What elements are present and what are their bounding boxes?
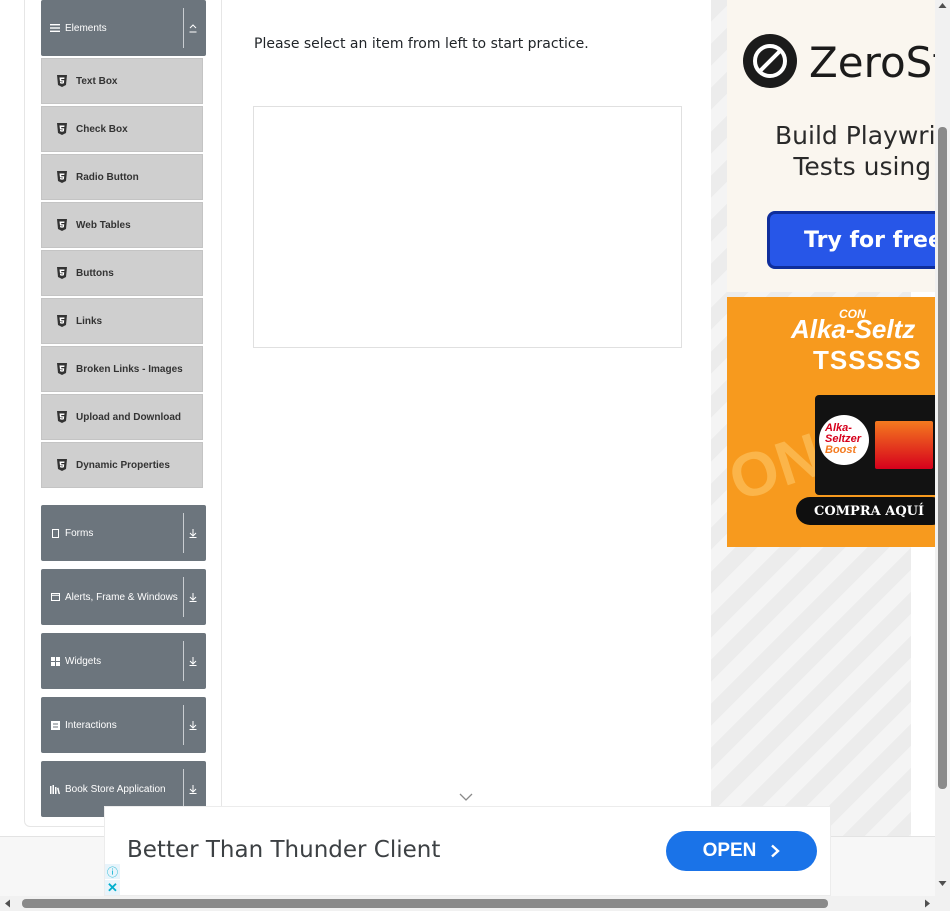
group-alerts-label: Alerts, Frame & Windows: [65, 591, 178, 603]
alka-box-text: Boost: [825, 444, 857, 456]
html5-icon: [57, 411, 67, 423]
zerostep-tagline: Build Playwri Tests using: [775, 120, 935, 182]
zerostep-logo-icon: [743, 34, 797, 88]
expand-arrow-icon[interactable]: [188, 633, 198, 689]
sidebar-item-label: Web Tables: [76, 219, 131, 231]
scroll-left-arrow-icon[interactable]: [4, 899, 11, 908]
html5-icon: [57, 171, 67, 183]
group-forms[interactable]: Forms: [41, 505, 206, 561]
chevron-right-icon: [771, 844, 781, 858]
expand-arrow-icon[interactable]: [188, 697, 198, 753]
page: Elements Text Box Check Box Radio Button…: [0, 0, 950, 911]
ad-info-icon[interactable]: ⓘ: [105, 864, 120, 879]
sidebar-item-label: Check Box: [76, 123, 128, 135]
hamburger-icon: [50, 24, 60, 32]
horizontal-scrollbar-thumb[interactable]: [22, 899, 828, 908]
html5-icon: [57, 219, 67, 231]
html5-icon: [57, 123, 67, 135]
sidebar-item-label: Dynamic Properties: [76, 459, 170, 471]
sidebar-item-label: Buttons: [76, 267, 114, 279]
group-interactions[interactable]: Interactions: [41, 697, 206, 753]
expand-arrow-icon[interactable]: [188, 569, 198, 625]
sidebar-item-upload-download[interactable]: Upload and Download: [41, 394, 203, 440]
sidebar-item-text-box[interactable]: Text Box: [41, 58, 203, 104]
scroll-up-arrow-icon[interactable]: [938, 2, 947, 9]
zerostep-tagline-line: Tests using: [793, 152, 932, 181]
sidebar-item-check-box[interactable]: Check Box: [41, 106, 203, 152]
sidebar-item-broken-links[interactable]: Broken Links - Images: [41, 346, 203, 392]
window-icon: [50, 593, 60, 601]
html5-icon: [57, 75, 67, 87]
html5-icon: [57, 315, 67, 327]
zerostep-ad[interactable]: ZeroSt Build Playwri Tests using Try for…: [727, 0, 935, 292]
alka-seltzer-ad[interactable]: ON AL CON Alka-Seltz TSSSSS Alka- Seltze…: [727, 297, 935, 547]
group-widgets-label: Widgets: [65, 655, 102, 667]
sidebar-item-dynamic-properties[interactable]: Dynamic Properties: [41, 442, 203, 488]
sidebar-item-links[interactable]: Links: [41, 298, 203, 344]
sidebar-item-buttons[interactable]: Buttons: [41, 250, 203, 296]
group-alerts-frame-windows[interactable]: Alerts, Frame & Windows: [41, 569, 206, 625]
chevron-down-icon[interactable]: [459, 791, 473, 803]
practice-area: [253, 106, 682, 348]
collapse-arrow-icon[interactable]: [188, 0, 198, 56]
alka-box-label: Alka- Seltzer Boost: [825, 423, 861, 456]
html5-icon: [57, 267, 67, 279]
sidebar-item-label: Links: [76, 315, 103, 327]
bottom-ad-banner[interactable]: Better Than Thunder Client OPEN: [104, 806, 831, 896]
group-widgets[interactable]: Widgets: [41, 633, 206, 689]
sidebar-item-label: Broken Links - Images: [76, 363, 183, 375]
html5-icon: [57, 363, 67, 375]
try-for-free-button[interactable]: Try for free -: [767, 211, 935, 269]
open-button[interactable]: OPEN: [666, 831, 817, 871]
group-forms-label: Forms: [65, 527, 94, 539]
square-list-icon: [50, 720, 60, 730]
group-elements[interactable]: Elements: [41, 0, 206, 56]
sidebar-item-label: Upload and Download: [76, 411, 181, 423]
vertical-scrollbar-thumb[interactable]: [938, 127, 947, 789]
practice-message: Please select an item from left to start…: [254, 36, 589, 52]
alka-product-box: Alka- Seltzer Boost: [815, 395, 935, 495]
grid-icon: [50, 656, 60, 666]
scroll-right-arrow-icon[interactable]: [924, 899, 931, 908]
sidebar-item-web-tables[interactable]: Web Tables: [41, 202, 203, 248]
alka-sound: TSSSSS: [813, 345, 922, 375]
open-button-label: OPEN: [702, 840, 757, 861]
zerostep-brand: ZeroSt: [809, 38, 935, 87]
zerostep-tagline-line: Build Playwri: [775, 121, 935, 150]
expand-arrow-icon[interactable]: [188, 505, 198, 561]
ad-close-icon[interactable]: ✕: [105, 880, 120, 895]
compra-aqui-button[interactable]: COMPRA AQUÍ: [796, 497, 935, 525]
sidebar-item-label: Text Box: [76, 75, 118, 87]
html5-icon: [57, 459, 67, 471]
group-book-store-label: Book Store Application: [65, 783, 166, 795]
books-icon: [50, 784, 60, 794]
sidebar-item-label: Radio Button: [76, 171, 139, 183]
scroll-down-arrow-icon[interactable]: [938, 880, 947, 887]
document-icon: [50, 528, 60, 538]
alka-brand: Alka-Seltz: [791, 314, 916, 344]
group-interactions-label: Interactions: [65, 719, 117, 731]
group-elements-label: Elements: [65, 22, 107, 34]
sidebar-item-radio-button[interactable]: Radio Button: [41, 154, 203, 200]
bottom-ad-title: Better Than Thunder Client: [127, 837, 441, 863]
